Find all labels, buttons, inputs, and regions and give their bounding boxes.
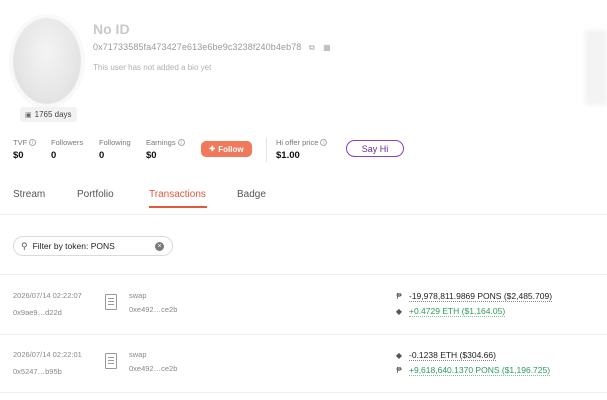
token-filter[interactable]: ⚲ Filter by token: PONS × xyxy=(13,236,173,256)
tx-out-amount: -0.1238 ETH ($304.66) xyxy=(409,350,496,361)
stat-earnings-label: Earnings xyxy=(146,138,176,147)
stat-followers-label: Followers xyxy=(51,138,84,147)
account-age-text: 1765 days xyxy=(34,110,72,119)
tx-out-amount-line: ₱ -19,978,811.9869 PONS ($2,485.709) xyxy=(394,291,553,302)
row-divider xyxy=(0,334,607,335)
tab-portfolio[interactable]: Portfolio xyxy=(77,189,114,200)
calendar-icon: ▣ xyxy=(25,111,32,119)
say-hi-button[interactable]: Say Hi xyxy=(346,140,404,157)
account-age-badge: ▣ 1765 days xyxy=(20,107,77,122)
stat-following[interactable]: Following 0 xyxy=(99,138,131,161)
stat-followers-value: 0 xyxy=(51,150,57,161)
eth-icon: ◆ xyxy=(395,350,403,360)
follow-button-label: Follow xyxy=(218,144,244,154)
qr-code-icon[interactable]: ▦ xyxy=(322,43,331,52)
side-decoration xyxy=(585,30,607,105)
tab-transactions[interactable]: Transactions xyxy=(149,189,206,200)
token-filter-text: Filter by token: PONS xyxy=(32,241,115,251)
tx-in-amount: +0.4729 ETH ($1,164.05) xyxy=(409,306,506,317)
tx-in-amount: +9,618,640.1370 PONS ($1,196.725) xyxy=(409,365,551,376)
tx-method: swap xyxy=(129,291,147,300)
tab-stream[interactable]: Stream xyxy=(13,189,45,200)
stat-followers[interactable]: Followers 0 xyxy=(51,138,83,161)
profile-stats: TVF i $0 Followers 0 Following 0 Earnings… xyxy=(0,138,607,168)
search-icon: ⚲ xyxy=(21,240,28,251)
stat-following-value: 0 xyxy=(99,150,105,161)
wallet-address: 0x71733585fa473427e613e6be9c3238f240b4eb… xyxy=(93,42,302,52)
profile-name: No ID xyxy=(93,21,130,37)
tx-out-amount-line: ◆ -0.1238 ETH ($304.66) xyxy=(394,350,496,361)
tx-in-amount-line: ₱ +9,618,640.1370 PONS ($1,196.725) xyxy=(394,365,551,376)
stats-divider xyxy=(266,138,267,162)
stat-tvf-value: $0 xyxy=(13,150,24,161)
tx-to-address[interactable]: 0xe492…ce2b xyxy=(129,305,177,314)
clear-filter-icon[interactable]: × xyxy=(155,242,164,251)
pons-token-icon: ₱ xyxy=(396,291,402,301)
stat-earnings-value: $0 xyxy=(146,150,157,161)
tx-method: swap xyxy=(129,350,147,359)
tx-hash[interactable]: 0x9ae9…d22d xyxy=(13,308,62,317)
eth-icon: ◆ xyxy=(395,306,403,316)
profile-bio: This user has not added a bio yet xyxy=(93,63,212,72)
stat-following-label: Following xyxy=(99,138,131,147)
tx-datetime: 2026/07/14 02:22:01 xyxy=(13,350,82,359)
stat-hi-offer-value: $1.00 xyxy=(276,150,300,161)
stat-hi-offer-label: Hi offer price xyxy=(276,138,319,147)
contract-doc-icon xyxy=(105,294,117,310)
active-tab-indicator xyxy=(149,206,207,208)
tx-out-amount: -19,978,811.9869 PONS ($2,485.709) xyxy=(409,291,553,302)
row-divider xyxy=(0,274,607,275)
tx-in-amount-line: ◆ +0.4729 ETH ($1,164.05) xyxy=(394,306,506,317)
address-row: 0x71733585fa473427e613e6be9c3238f240b4eb… xyxy=(93,42,331,52)
contract-doc-icon xyxy=(105,353,117,369)
avatar xyxy=(13,18,81,104)
copy-icon[interactable]: ⧉ xyxy=(307,43,316,52)
row-divider xyxy=(0,392,607,393)
stat-earnings: Earnings i $0 xyxy=(146,138,185,161)
pons-token-icon: ₱ xyxy=(396,365,402,375)
user-add-icon: ✚ xyxy=(209,146,216,153)
tab-badge[interactable]: Badge xyxy=(237,189,266,200)
stat-tvf-label: TVF xyxy=(13,138,28,147)
follow-button[interactable]: ✚ Follow xyxy=(201,141,252,157)
tx-datetime: 2026/07/14 02:22:07 xyxy=(13,291,82,300)
info-icon[interactable]: i xyxy=(29,139,37,146)
tabs-divider xyxy=(0,214,607,215)
tx-to-address[interactable]: 0xe492…ce2b xyxy=(129,364,177,373)
info-icon[interactable]: i xyxy=(177,139,185,146)
stat-tvf: TVF i $0 xyxy=(13,138,37,161)
tx-hash[interactable]: 0x5247…b95b xyxy=(13,367,62,376)
info-icon[interactable]: i xyxy=(320,139,328,146)
stat-hi-offer: Hi offer price i $1.00 xyxy=(276,138,328,161)
transaction-row[interactable]: 2026/07/14 02:22:07 0x9ae9…d22d swap 0xe… xyxy=(0,291,607,343)
